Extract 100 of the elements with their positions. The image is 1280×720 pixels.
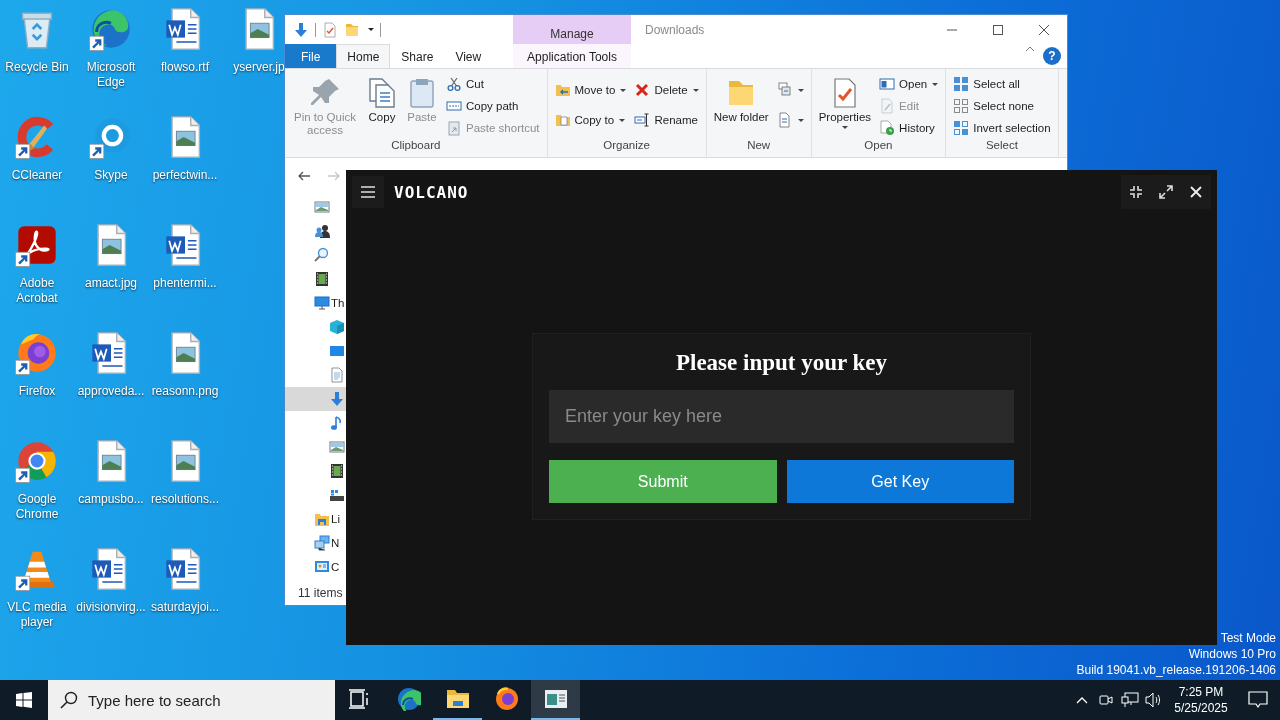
group-label: Select [984, 139, 1019, 153]
ribbon-tab[interactable]: Home [336, 44, 391, 68]
download-icon [329, 391, 345, 407]
menu-icon [361, 186, 375, 198]
taskbar-button[interactable] [531, 680, 580, 720]
icon-label[interactable]: flowso.rtf [161, 60, 209, 75]
icon-label[interactable]: Skype [94, 168, 128, 183]
ribbon-button[interactable]: Delete [631, 79, 702, 101]
icon-label[interactable]: saturdayjoi... [150, 600, 219, 615]
download-icon[interactable] [293, 21, 309, 38]
nav-item[interactable]: C [285, 555, 346, 579]
icon-label[interactable]: reasonn.png [151, 384, 219, 399]
film-icon [314, 271, 330, 287]
image-icon [314, 199, 330, 215]
document-icon [776, 112, 793, 128]
get-key-button[interactable]: Get Key [786, 460, 1014, 503]
icon-label[interactable]: VLC media player [1, 600, 73, 630]
notification-icon[interactable] [1248, 691, 1268, 709]
ribbon-button[interactable]: Invert selection [950, 117, 1054, 139]
ribbon-button[interactable]: Select none [950, 95, 1054, 117]
browser-icon [396, 687, 421, 711]
caret-icon [842, 126, 849, 129]
app-title: VOLCANO [394, 182, 470, 202]
menu-button[interactable] [352, 176, 384, 208]
ribbon-button[interactable]: Select all [950, 73, 1054, 95]
speaker-icon[interactable] [1145, 692, 1163, 708]
network-icon[interactable] [1121, 692, 1139, 708]
edit-icon [879, 98, 896, 114]
ribbon-button[interactable]: Cut [443, 73, 543, 95]
caret-icon [797, 118, 804, 122]
ribbon-button[interactable]: Copy path [443, 95, 543, 117]
nav-item[interactable]: Th [285, 291, 346, 315]
icon-label[interactable]: perfectwin... [152, 168, 218, 183]
chevron-up-icon[interactable] [1076, 696, 1088, 704]
ribbon-tab[interactable]: File [285, 44, 337, 68]
icon-label[interactable]: CCleaner [11, 168, 63, 183]
icon-label[interactable]: resolutions... [150, 492, 219, 507]
icon-label[interactable]: campusbo... [78, 492, 144, 507]
folder-document-icon [554, 112, 571, 128]
ribbon-tab[interactable]: View [444, 44, 493, 68]
clock[interactable]: 7:25 PM 5/25/2025 [1166, 680, 1236, 720]
ribbon-button[interactable]: History [876, 117, 942, 139]
windows-logo-icon [16, 692, 32, 708]
ribbon-button[interactable]: Properties [815, 73, 875, 129]
submit-button[interactable]: Submit [549, 460, 777, 503]
ribbon-button[interactable]: New folder [710, 73, 772, 124]
contextual-tab-header: Manage [513, 15, 631, 44]
system-watermark-text: Windows 10 Pro [1188, 646, 1276, 662]
ribbon-tab[interactable]: Share [390, 44, 445, 68]
caret-icon [368, 28, 374, 31]
time-text: 7:25 PM [1178, 684, 1224, 700]
caret-icon [797, 88, 804, 92]
icon-label[interactable]: Firefox [18, 384, 56, 399]
image-icon [329, 439, 345, 455]
monitor-icon [329, 343, 345, 359]
film-icon [329, 463, 345, 479]
search-icon [60, 691, 78, 709]
delete-icon [634, 82, 651, 98]
nav-item[interactable]: N [285, 531, 346, 555]
icon-label[interactable]: Google Chrome [1, 492, 73, 522]
ribbon-tab[interactable]: Application Tools [513, 44, 631, 68]
properties-icon[interactable] [322, 21, 338, 38]
ribbon-button[interactable]: Rename [631, 109, 702, 131]
library-icon [314, 511, 330, 527]
ribbon-button[interactable]: Copy [363, 73, 401, 124]
key-input-field[interactable]: Enter your key here [549, 390, 1014, 443]
icon-label[interactable]: Microsoft Edge [75, 60, 147, 90]
ribbon-button[interactable]: Open [876, 73, 942, 95]
folder-icon [445, 687, 470, 711]
ribbon-button[interactable]: Move to [551, 79, 630, 101]
scissors-icon [446, 76, 462, 92]
group-label: Clipboard [390, 139, 442, 153]
icon-label[interactable]: divisionvirg... [76, 600, 146, 615]
search-icon [314, 247, 330, 263]
window-icon [879, 76, 896, 92]
ribbon-button[interactable]: Copy to [551, 109, 630, 131]
back-icon[interactable] [297, 169, 311, 183]
icon-label[interactable]: Recycle Bin [5, 60, 69, 75]
nav-item[interactable]: Li [285, 507, 346, 531]
path-icon [446, 98, 462, 114]
people-icon [314, 223, 330, 239]
prompt-heading: Please input your key [674, 350, 889, 376]
collapse-icon[interactable] [1025, 44, 1035, 54]
icon-label[interactable]: phentermi... [153, 276, 217, 291]
icon-label[interactable]: yserver.jp [233, 60, 285, 75]
browser-icon [494, 687, 519, 711]
icon-label[interactable]: Adobe Acrobat [1, 276, 73, 306]
help-button[interactable]: ? [1043, 47, 1061, 65]
group-label: Organize [602, 139, 651, 153]
document-icon [329, 367, 345, 383]
icon-label[interactable]: amact.jpg [85, 276, 137, 291]
search-field[interactable]: Type here to search [48, 680, 335, 720]
expand-icon [1159, 185, 1173, 199]
icon-label[interactable]: approveda... [77, 384, 145, 399]
copy-icon [366, 77, 398, 109]
folder-arrow-icon [554, 82, 571, 98]
caret-icon [620, 88, 627, 92]
camera-icon[interactable] [1098, 692, 1114, 708]
status-text: 11 items [297, 585, 344, 602]
collapse-icon [1129, 185, 1143, 199]
